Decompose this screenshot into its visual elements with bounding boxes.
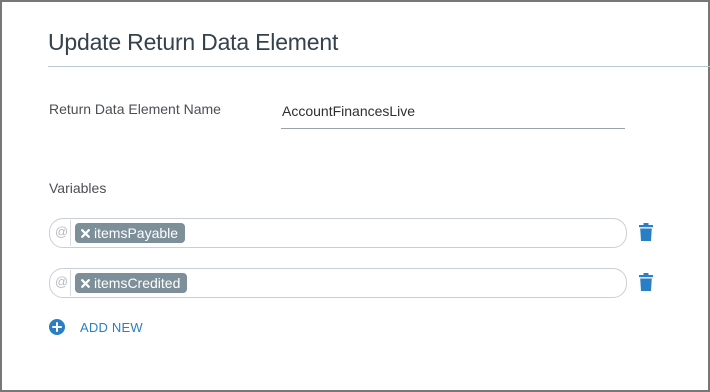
variable-field[interactable]: @ itemsPayable	[49, 218, 627, 248]
at-icon: @	[55, 224, 69, 239]
plus-circle-icon	[49, 319, 65, 335]
at-separator	[70, 220, 71, 246]
dialog-title: Update Return Data Element	[48, 29, 339, 55]
variables-label: Variables	[49, 180, 107, 196]
update-return-data-element-dialog: Update Return Data Element Return Data E…	[0, 0, 710, 392]
variable-chip: itemsCredited	[75, 273, 188, 293]
return-data-element-name-input[interactable]	[281, 97, 625, 129]
variable-chip: itemsPayable	[75, 223, 186, 243]
variable-field[interactable]: @ itemsCredited	[49, 268, 627, 298]
title-divider	[48, 66, 710, 67]
add-new-label: ADD NEW	[80, 319, 143, 335]
at-separator	[70, 270, 71, 296]
add-new-variable-button[interactable]: ADD NEW	[49, 319, 143, 335]
variable-row: @ itemsCredited	[49, 268, 669, 298]
trash-icon[interactable]	[639, 273, 653, 291]
variable-chip-label: itemsCredited	[94, 275, 181, 291]
variable-chip-label: itemsPayable	[94, 225, 179, 241]
close-icon[interactable]	[79, 277, 91, 289]
variable-row: @ itemsPayable	[49, 218, 669, 248]
at-icon: @	[55, 274, 69, 289]
trash-icon[interactable]	[639, 223, 653, 241]
close-icon[interactable]	[79, 227, 91, 239]
return-data-element-name-label: Return Data Element Name	[49, 101, 221, 117]
